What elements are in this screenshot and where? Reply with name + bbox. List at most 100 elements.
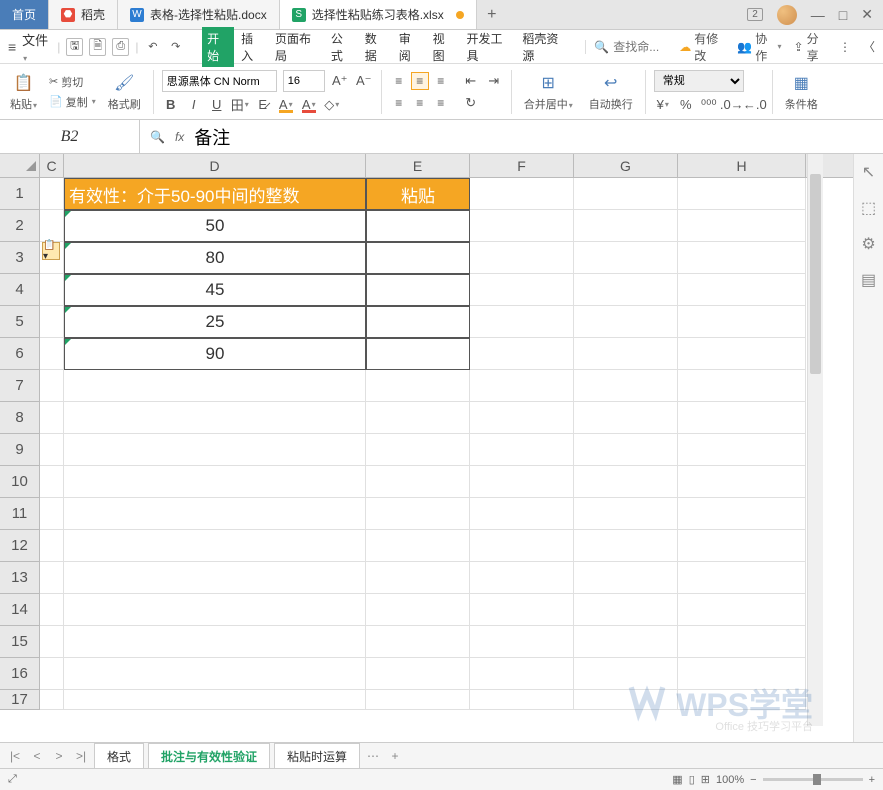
cell-E3[interactable] (366, 242, 470, 274)
comma-button[interactable]: ⁰⁰⁰ (700, 96, 718, 114)
indent-inc-button[interactable]: ⇥ (485, 72, 503, 90)
name-box[interactable]: B2 (0, 120, 140, 153)
new-tab-button[interactable]: + (477, 0, 507, 29)
sheet-tab-3[interactable]: 粘贴时运算 (274, 743, 360, 769)
fx-label[interactable]: fx (175, 130, 184, 144)
cell[interactable] (470, 434, 574, 466)
cell-E2[interactable] (366, 210, 470, 242)
tab-docx[interactable]: W 表格-选择性粘贴.docx (118, 0, 280, 29)
row-6[interactable]: 6 (0, 338, 40, 370)
redo-icon[interactable]: ↷ (167, 38, 184, 56)
view-normal-icon[interactable]: ▦ (672, 773, 682, 786)
tab-docer[interactable]: ⬣ 稻壳 (49, 0, 118, 29)
cell[interactable] (470, 626, 574, 658)
row-1[interactable]: 1 (0, 178, 40, 210)
cell[interactable] (574, 370, 678, 402)
dec-decimal-button[interactable]: ←.0 (746, 96, 764, 114)
cell[interactable] (366, 402, 470, 434)
cell[interactable] (678, 466, 806, 498)
cell[interactable] (40, 466, 64, 498)
file-menu[interactable]: 文件 (22, 30, 51, 64)
inc-decimal-button[interactable]: .0→ (723, 96, 741, 114)
merge-button[interactable]: 合并居中 (524, 96, 573, 112)
view-break-icon[interactable]: ⊞ (701, 773, 710, 786)
row-8[interactable]: 8 (0, 402, 40, 434)
cell-H4[interactable] (678, 274, 806, 306)
tab-review[interactable]: 审阅 (394, 27, 426, 67)
cell[interactable] (678, 594, 806, 626)
sheet-more[interactable]: ⋯ (364, 749, 382, 763)
tab-insert[interactable]: 插入 (236, 27, 268, 67)
cell-F6[interactable] (470, 338, 574, 370)
tab-start[interactable]: 开始 (202, 27, 234, 67)
font-color-button[interactable]: A (300, 96, 318, 114)
col-D[interactable]: D (64, 154, 366, 177)
paste-options-button[interactable]: 📋▾ (42, 242, 60, 260)
print-icon[interactable]: ⎙ (112, 38, 129, 56)
col-H[interactable]: H (678, 154, 806, 177)
tab-view[interactable]: 视图 (428, 27, 460, 67)
cell[interactable] (64, 594, 366, 626)
cell[interactable] (64, 498, 366, 530)
clear-button[interactable]: ◇ (323, 96, 341, 114)
align-top[interactable]: ≡ (390, 72, 408, 90)
cell[interactable] (64, 562, 366, 594)
copy-button[interactable]: 📄复制 (49, 94, 96, 110)
font-size-select[interactable] (283, 70, 325, 92)
cell[interactable] (40, 402, 64, 434)
cell-C2[interactable] (40, 210, 64, 242)
fx-btn-icon[interactable]: 🔍 (150, 130, 165, 144)
cell[interactable] (678, 402, 806, 434)
cell[interactable] (678, 434, 806, 466)
cell-E4[interactable] (366, 274, 470, 306)
cell-F4[interactable] (470, 274, 574, 306)
tab-formula[interactable]: 公式 (326, 27, 358, 67)
cell[interactable] (40, 530, 64, 562)
cell[interactable] (574, 658, 678, 690)
percent-button[interactable]: % (677, 96, 695, 114)
indent-dec-button[interactable]: ⇤ (462, 72, 480, 90)
cell[interactable] (366, 562, 470, 594)
row-14[interactable]: 14 (0, 594, 40, 626)
cell[interactable] (574, 434, 678, 466)
cell[interactable] (40, 594, 64, 626)
zoom-value[interactable]: 100% (716, 774, 744, 786)
mode-icon[interactable]: ⤢ (8, 773, 17, 786)
collapse-ribbon[interactable]: 〈 (863, 30, 875, 64)
cell-G5[interactable] (574, 306, 678, 338)
sheet-tab-2[interactable]: 批注与有效性验证 (148, 743, 270, 769)
cell-G6[interactable] (574, 338, 678, 370)
sheet-tab-1[interactable]: 格式 (94, 743, 144, 769)
minimize-button[interactable]: — (811, 7, 825, 23)
underline-button[interactable]: U (208, 96, 226, 114)
cell[interactable] (574, 626, 678, 658)
cell-H1[interactable] (678, 178, 806, 210)
cell-D4[interactable]: 45 (64, 274, 366, 306)
sheet-prev[interactable]: < (28, 749, 46, 763)
cell[interactable] (678, 626, 806, 658)
cond-fmt-icon[interactable]: ▦ (790, 72, 812, 94)
row-5[interactable]: 5 (0, 306, 40, 338)
panel-icon[interactable]: ▤ (861, 270, 876, 290)
cell[interactable] (574, 402, 678, 434)
cell-G4[interactable] (574, 274, 678, 306)
cell[interactable] (366, 434, 470, 466)
align-left[interactable]: ≡ (390, 94, 408, 112)
coop-link[interactable]: 👥协作▾ (737, 30, 781, 64)
row-13[interactable]: 13 (0, 562, 40, 594)
merge-icon[interactable]: ⊞ (537, 72, 559, 94)
cell-C4[interactable] (40, 274, 64, 306)
row-11[interactable]: 11 (0, 498, 40, 530)
cell[interactable] (366, 594, 470, 626)
cell[interactable] (40, 498, 64, 530)
undo-icon[interactable]: ↶ (144, 38, 161, 56)
align-center[interactable]: ≡ (411, 94, 429, 112)
decrease-font-button[interactable]: A⁻ (355, 72, 373, 90)
sheet-first[interactable]: |< (6, 749, 24, 763)
cell[interactable] (64, 434, 366, 466)
hamburger-icon[interactable]: ≡ (8, 39, 16, 55)
number-format-select[interactable]: 常规 (654, 70, 744, 92)
close-button[interactable]: ✕ (861, 6, 873, 23)
maximize-button[interactable]: □ (839, 7, 847, 23)
cell-F5[interactable] (470, 306, 574, 338)
